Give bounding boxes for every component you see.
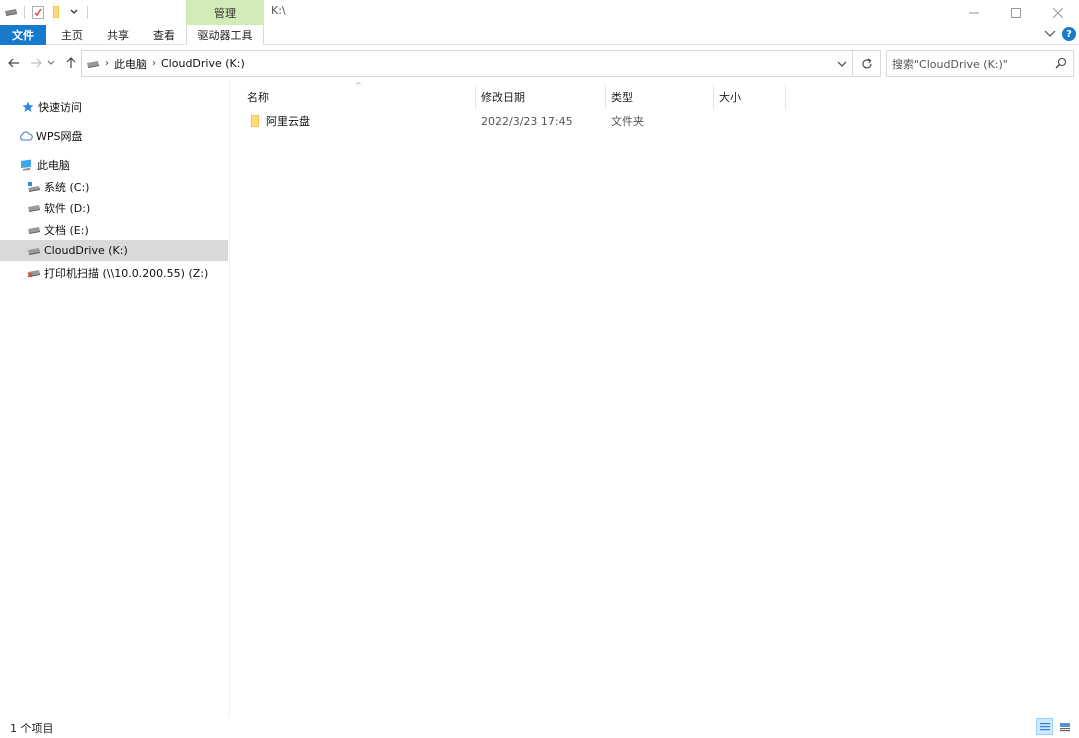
sidebar-item-label: 文档 (E:) xyxy=(44,223,89,237)
date-modified-cell: 2022/3/23 17:45 xyxy=(481,114,573,128)
address-history-dropdown[interactable] xyxy=(832,51,852,76)
chevron-down-icon[interactable] xyxy=(1044,28,1056,41)
sidebar-item-wps-cloud[interactable]: WPS网盘 xyxy=(0,125,228,146)
details-view-button[interactable] xyxy=(1036,718,1053,735)
explorer-window: 管理 K:\ 文件 主页 共享 查看 驱动器工具 ? › 此电脑 › Cloud… xyxy=(0,0,1079,738)
search-placeholder: 搜索"CloudDrive (K:)" xyxy=(892,57,1008,71)
toolbar-divider xyxy=(24,5,25,19)
up-button[interactable] xyxy=(63,55,79,71)
toolbar-divider xyxy=(87,5,88,19)
context-group-manage: 管理 xyxy=(186,0,264,25)
title-bar: 管理 K:\ xyxy=(0,0,1079,25)
search-icon[interactable] xyxy=(1055,57,1067,69)
file-name-cell: 阿里云盘 xyxy=(251,110,310,132)
window-controls xyxy=(953,0,1079,25)
ribbon-right-controls: ? xyxy=(1044,27,1076,41)
tab-home[interactable]: 主页 xyxy=(52,25,92,45)
maximize-button[interactable] xyxy=(995,0,1037,25)
folder-icon xyxy=(251,115,259,127)
drive-icon[interactable] xyxy=(2,4,20,20)
table-row[interactable]: 阿里云盘 2022/3/23 17:45 文件夹 xyxy=(245,110,785,132)
large-icons-view-button[interactable] xyxy=(1056,718,1073,735)
sidebar-item-label: 打印机扫描 (\\10.0.200.55) (Z:) xyxy=(44,266,209,280)
sidebar-item-label: 此电脑 xyxy=(37,158,70,172)
tab-file[interactable]: 文件 xyxy=(0,25,46,45)
navigation-pane: 快速访问 WPS网盘 此电脑 系统 (C:) 软件 (D:) 文档 (E:) C… xyxy=(0,81,230,717)
status-bar: 1 个项目 xyxy=(0,717,1079,738)
sort-ascending-indicator: ^ xyxy=(355,81,362,90)
back-button[interactable] xyxy=(6,55,22,71)
star-icon xyxy=(20,100,36,114)
sidebar-item-label: 软件 (D:) xyxy=(44,201,91,215)
sidebar-item-this-pc[interactable]: 此电脑 xyxy=(0,154,228,175)
type-cell: 文件夹 xyxy=(611,115,644,128)
sidebar-item-drive-d[interactable]: 软件 (D:) xyxy=(0,197,228,218)
file-list: ^ 名称 修改日期 类型 大小 阿里云盘 2022/3/23 17:45 文件夹 xyxy=(231,81,1079,717)
tab-drive-tools[interactable]: 驱动器工具 xyxy=(186,25,264,45)
column-header-date-modified[interactable]: 修改日期 xyxy=(481,85,525,109)
refresh-button[interactable] xyxy=(852,51,880,76)
item-count: 1 个项目 xyxy=(10,721,54,735)
tab-view[interactable]: 查看 xyxy=(144,25,184,45)
breadcrumb-this-pc[interactable]: 此电脑 xyxy=(114,56,147,72)
sidebar-item-quick-access[interactable]: 快速访问 xyxy=(0,96,228,117)
column-divider[interactable] xyxy=(605,85,606,109)
breadcrumb-clouddrive[interactable]: CloudDrive (K:) xyxy=(161,57,245,70)
computer-icon xyxy=(19,158,35,172)
network-drive-disconnected-icon xyxy=(26,266,42,280)
system-drive-icon xyxy=(26,180,42,194)
breadcrumb-chevron-icon[interactable]: › xyxy=(152,58,156,69)
recent-locations-chevron-icon[interactable] xyxy=(46,55,56,71)
column-divider[interactable] xyxy=(713,85,714,109)
cloud-icon xyxy=(18,129,34,143)
drive-icon xyxy=(86,60,100,68)
new-folder-icon[interactable] xyxy=(47,4,65,20)
customize-toolbar-chevron-icon[interactable] xyxy=(65,4,83,20)
quick-access-toolbar xyxy=(2,4,92,20)
sidebar-item-label: 快速访问 xyxy=(38,100,82,114)
sidebar-item-label: 系统 (C:) xyxy=(44,180,90,194)
ribbon-tabs: 文件 主页 共享 查看 驱动器工具 ? xyxy=(0,25,1079,45)
sidebar-item-drive-k[interactable]: CloudDrive (K:) xyxy=(0,240,228,261)
column-divider[interactable] xyxy=(785,85,786,109)
minimize-button[interactable] xyxy=(953,0,995,25)
sidebar-item-drive-c[interactable]: 系统 (C:) xyxy=(0,176,228,197)
close-button[interactable] xyxy=(1037,0,1079,25)
tab-share[interactable]: 共享 xyxy=(98,25,138,45)
column-header-type[interactable]: 类型 xyxy=(611,85,633,109)
search-input[interactable]: 搜索"CloudDrive (K:)" xyxy=(886,50,1074,77)
forward-button[interactable] xyxy=(28,55,44,71)
column-divider[interactable] xyxy=(475,85,476,109)
properties-icon[interactable] xyxy=(29,4,47,20)
navigation-bar: › 此电脑 › CloudDrive (K:) 搜索"CloudDrive (K… xyxy=(0,45,1079,81)
file-name: 阿里云盘 xyxy=(266,115,310,128)
column-header-name[interactable]: 名称 xyxy=(247,85,269,109)
column-header-size[interactable]: 大小 xyxy=(719,85,741,109)
view-switcher xyxy=(1036,718,1073,735)
drive-icon xyxy=(26,223,42,237)
address-bar[interactable]: › 此电脑 › CloudDrive (K:) xyxy=(81,50,881,77)
sidebar-item-drive-z[interactable]: 打印机扫描 (\\10.0.200.55) (Z:) xyxy=(0,262,228,283)
sidebar-item-label: CloudDrive (K:) xyxy=(44,244,128,257)
drive-icon xyxy=(26,244,42,258)
breadcrumb-chevron-icon[interactable]: › xyxy=(105,58,109,69)
help-button[interactable]: ? xyxy=(1062,27,1076,41)
window-title: K:\ xyxy=(271,4,286,17)
sidebar-item-label: WPS网盘 xyxy=(36,129,83,143)
sidebar-item-drive-e[interactable]: 文档 (E:) xyxy=(0,219,228,240)
drive-icon xyxy=(26,201,42,215)
